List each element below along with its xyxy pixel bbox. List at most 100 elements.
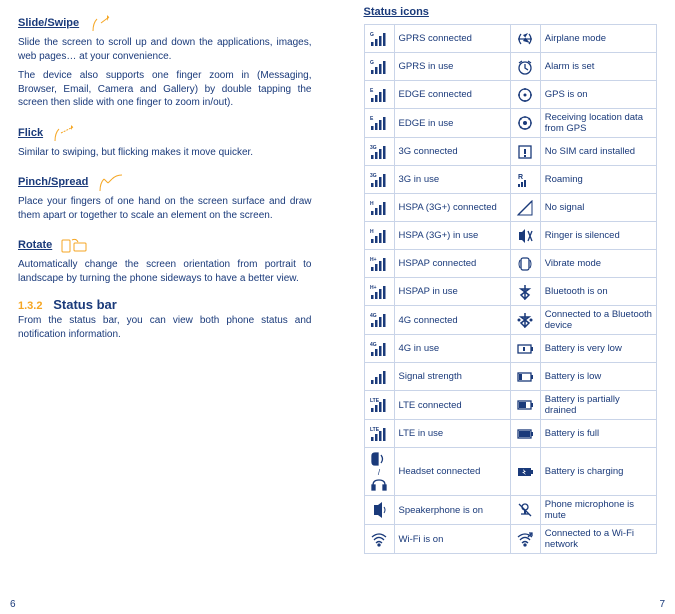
table-row: 4G4G connected Connected to a Bluetooth d…	[364, 306, 657, 335]
flick-icon	[47, 122, 81, 144]
table-row: 3G 3G in use R Roaming	[364, 166, 657, 194]
status-icon-right	[510, 306, 540, 335]
svg-text:H: H	[370, 229, 374, 235]
status-icon-left: H	[364, 222, 394, 250]
page-number-right: 7	[659, 599, 665, 610]
status-icon-left: 4G	[364, 335, 394, 363]
status-icon-left: H	[364, 194, 394, 222]
svg-text:G: G	[370, 60, 374, 66]
status-label-right: Roaming	[540, 166, 656, 194]
status-icon-left	[364, 496, 394, 525]
status-icon-right	[510, 222, 540, 250]
status-label-right: Receiving location data from GPS	[540, 109, 656, 138]
status-label-left: EDGE connected	[394, 81, 510, 109]
status-icon-right: R	[510, 166, 540, 194]
status-icon-right	[510, 420, 540, 448]
status-icon-right	[510, 53, 540, 81]
table-row: Speakerphone is onPhone microphone is mu…	[364, 496, 657, 525]
status-icon-left: /	[364, 448, 394, 496]
section-title: Status bar	[53, 297, 117, 312]
status-label-left: HSPAP connected	[394, 250, 510, 278]
status-icon-left: LTE	[364, 420, 394, 448]
status-label-right: Battery is charging	[540, 448, 656, 496]
gesture-pinch-header: Pinch/Spread	[18, 171, 312, 193]
status-icon-left: 4G	[364, 306, 394, 335]
status-icon-left: E	[364, 81, 394, 109]
status-icon-right	[510, 363, 540, 391]
status-label-left: LTE in use	[394, 420, 510, 448]
status-label-left: 3G connected	[394, 138, 510, 166]
gesture-flick-title: Flick	[18, 127, 43, 139]
table-row: 3G3G connectedNo SIM card installed	[364, 138, 657, 166]
status-icon-right	[510, 250, 540, 278]
gesture-flick-header: Flick	[18, 122, 312, 144]
status-icons-title: Status icons	[364, 6, 658, 18]
table-row: H HSPA (3G+) in use Ringer is silenced	[364, 222, 657, 250]
status-label-right: Battery is full	[540, 420, 656, 448]
status-icon-right	[510, 278, 540, 306]
status-label-left: 4G connected	[394, 306, 510, 335]
svg-text:4G: 4G	[370, 342, 377, 348]
gesture-flick-desc: Similar to swiping, but flicking makes i…	[18, 146, 312, 160]
table-row: E EDGE in use Receiving location data from…	[364, 109, 657, 138]
status-label-right: Vibrate mode	[540, 250, 656, 278]
status-icon-right	[510, 109, 540, 138]
status-icon-left: G	[364, 25, 394, 53]
svg-text:E: E	[370, 116, 374, 122]
page-right: Status icons GGPRS connectedAirplane mod…	[338, 0, 675, 614]
gesture-slide-header: Slide/Swipe	[18, 12, 312, 34]
table-row: GGPRS in useAlarm is set	[364, 53, 657, 81]
section-header: 1.3.2 Status bar	[18, 297, 312, 312]
status-label-right: Connected to a Bluetooth device	[540, 306, 656, 335]
table-row: /Headset connectedBattery is charging	[364, 448, 657, 496]
table-row: GGPRS connectedAirplane mode	[364, 25, 657, 53]
status-label-right: Battery is partially drained	[540, 391, 656, 420]
gesture-slide-desc2: The device also supports one finger zoom…	[18, 69, 312, 110]
svg-text:H: H	[370, 201, 374, 207]
status-icon-left: H+	[364, 278, 394, 306]
status-icon-right	[510, 81, 540, 109]
status-label-left: 4G in use	[394, 335, 510, 363]
gesture-slide-desc1: Slide the screen to scroll up and down t…	[18, 36, 312, 63]
svg-text:H+: H+	[370, 257, 377, 263]
gesture-slide-title: Slide/Swipe	[18, 17, 79, 29]
section-number: 1.3.2	[18, 300, 42, 312]
svg-text:3G: 3G	[370, 173, 377, 179]
status-label-right: Bluetooth is on	[540, 278, 656, 306]
status-label-left: GPRS in use	[394, 53, 510, 81]
table-row: H+HSPAP in useBluetooth is on	[364, 278, 657, 306]
table-row: 4G 4G in use Battery is very low	[364, 335, 657, 363]
status-icon-right	[510, 194, 540, 222]
status-label-left: LTE connected	[394, 391, 510, 420]
status-label-right: Battery is low	[540, 363, 656, 391]
status-icon-left: 3G	[364, 138, 394, 166]
status-label-left: 3G in use	[394, 166, 510, 194]
svg-text:3G: 3G	[370, 145, 377, 151]
svg-text:LTE: LTE	[370, 427, 380, 433]
svg-text:G: G	[370, 32, 374, 38]
table-row: Wi-Fi is onConnected to a Wi-Fi network	[364, 525, 657, 554]
status-label-left: Signal strength	[394, 363, 510, 391]
status-label-right: Battery is very low	[540, 335, 656, 363]
status-icon-left: LTE	[364, 391, 394, 420]
svg-text:R: R	[518, 174, 523, 181]
gesture-pinch-title: Pinch/Spread	[18, 176, 88, 188]
gesture-rotate-title: Rotate	[18, 239, 52, 251]
svg-text:E: E	[370, 88, 374, 94]
status-label-right: Ringer is silenced	[540, 222, 656, 250]
status-icon-right	[510, 25, 540, 53]
gesture-rotate-desc: Automatically change the screen orientat…	[18, 258, 312, 285]
status-icon-right	[510, 138, 540, 166]
page-number-left: 6	[10, 599, 16, 610]
status-label-left: EDGE in use	[394, 109, 510, 138]
svg-text:H+: H+	[370, 285, 377, 291]
svg-text:LTE: LTE	[370, 398, 380, 404]
status-icon-right	[510, 525, 540, 554]
status-icon-left: H+	[364, 250, 394, 278]
status-label-left: HSPA (3G+) in use	[394, 222, 510, 250]
status-icon-left	[364, 525, 394, 554]
status-icon-right	[510, 335, 540, 363]
section-desc: From the status bar, you can view both p…	[18, 314, 312, 341]
page-left: Slide/Swipe Slide the screen to scroll u…	[0, 0, 338, 614]
status-label-right: No signal	[540, 194, 656, 222]
